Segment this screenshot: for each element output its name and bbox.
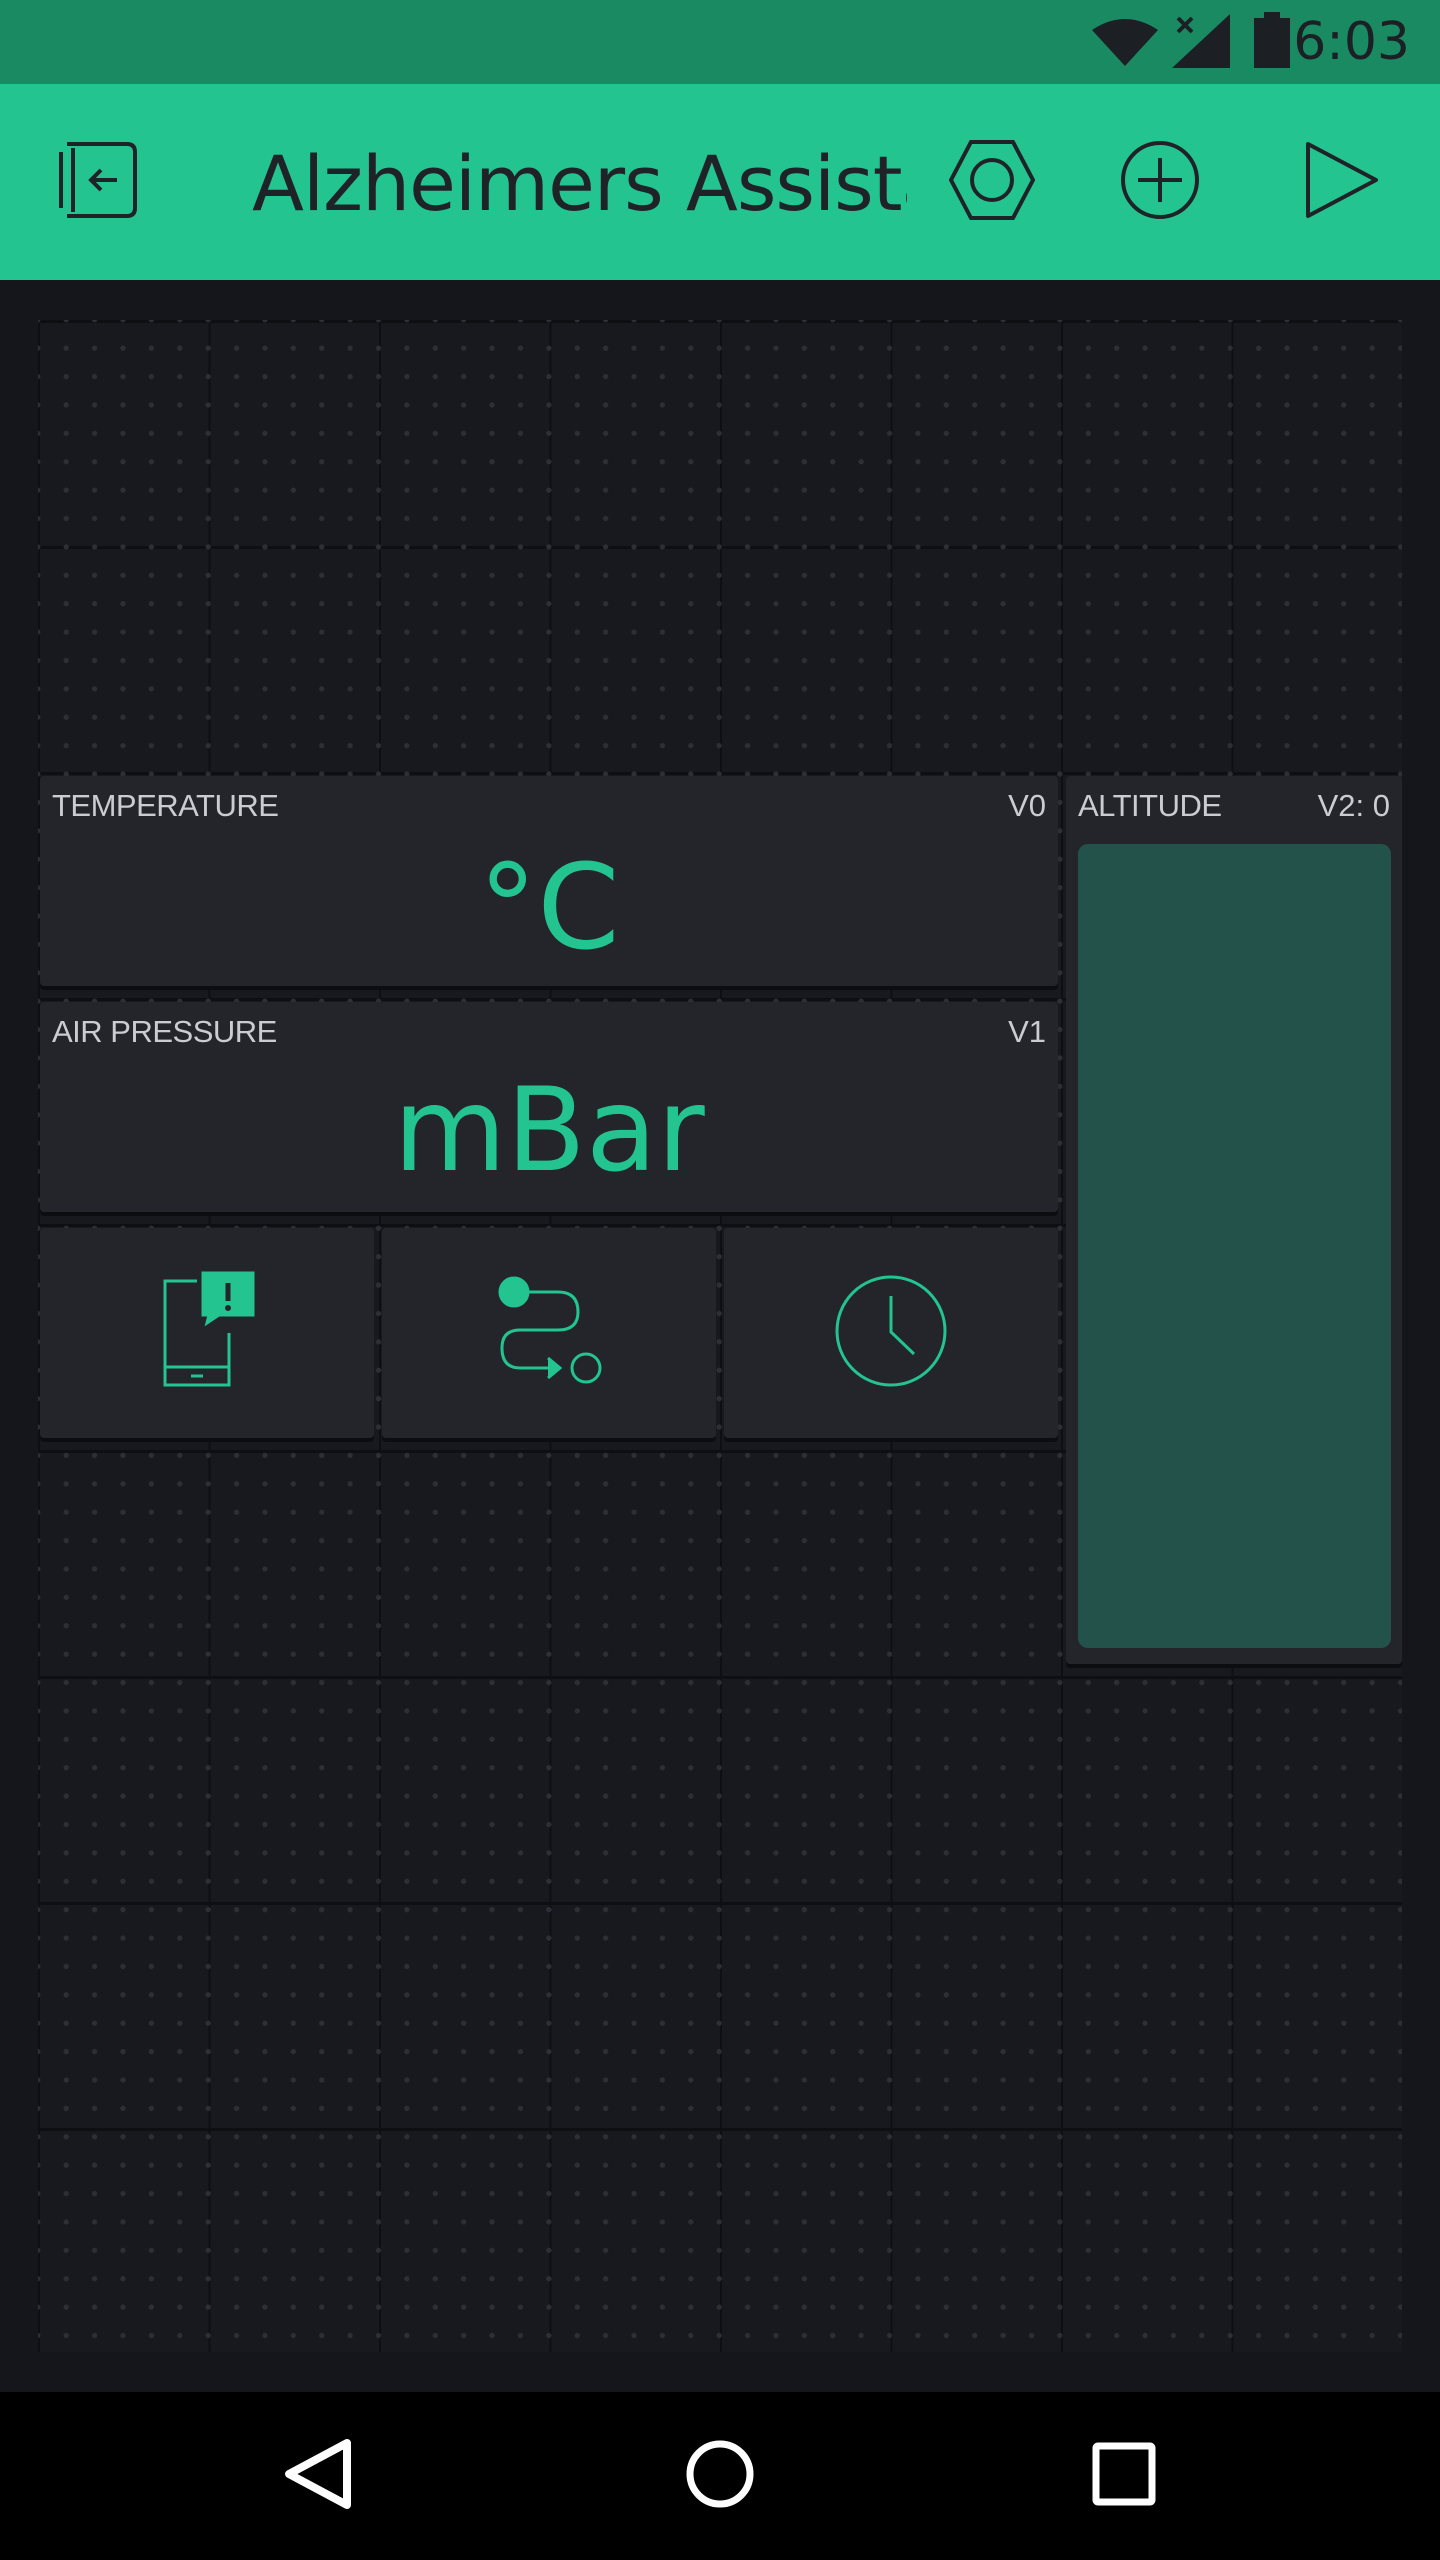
play-button[interactable] xyxy=(1292,132,1392,232)
notification-icon xyxy=(157,1271,257,1395)
timer-widget[interactable] xyxy=(724,1228,1058,1438)
temperature-pin: V0 xyxy=(1008,788,1046,823)
settings-button[interactable] xyxy=(942,132,1042,232)
air-pressure-label: AIR PRESSURE xyxy=(52,1014,277,1049)
status-bar: 6:03 xyxy=(0,0,1440,84)
play-icon xyxy=(1304,140,1380,224)
app-bar: Alzheimers Assistant xyxy=(0,84,1440,280)
exit-icon xyxy=(53,138,143,226)
battery-icon xyxy=(1254,12,1290,72)
add-icon xyxy=(1120,140,1200,224)
status-time: 6:03 xyxy=(1293,12,1410,72)
air-pressure-value: mBar xyxy=(393,1063,705,1198)
navigation-bar xyxy=(0,2392,1440,2560)
signal-icon xyxy=(1172,14,1230,72)
exit-button[interactable] xyxy=(48,132,148,232)
back-icon xyxy=(283,2437,353,2515)
recents-button[interactable] xyxy=(1074,2426,1174,2526)
eventor-widget[interactable] xyxy=(382,1228,716,1438)
home-icon xyxy=(685,2439,755,2513)
notification-widget[interactable] xyxy=(40,1228,374,1438)
altitude-widget[interactable]: ALTITUDE V2: 0 xyxy=(1066,776,1402,1664)
air-pressure-widget[interactable]: AIR PRESSURE V1 mBar xyxy=(40,1002,1058,1212)
app-title: Alzheimers Assistant xyxy=(252,139,907,228)
temperature-widget[interactable]: TEMPERATURE V0 °C xyxy=(40,776,1058,986)
altitude-label: ALTITUDE xyxy=(1078,788,1222,823)
eventor-icon xyxy=(494,1276,604,1390)
timer-icon xyxy=(834,1274,948,1392)
recents-icon xyxy=(1092,2442,1156,2510)
add-widget-button[interactable] xyxy=(1110,132,1210,232)
altitude-pin: V2: 0 xyxy=(1317,788,1390,823)
home-button[interactable] xyxy=(670,2426,770,2526)
back-button[interactable] xyxy=(268,2426,368,2526)
temperature-value: °C xyxy=(478,838,620,976)
altitude-level-bar[interactable] xyxy=(1078,844,1391,1648)
wifi-icon xyxy=(1092,18,1158,70)
settings-icon xyxy=(948,140,1036,224)
air-pressure-pin: V1 xyxy=(1008,1014,1046,1049)
temperature-label: TEMPERATURE xyxy=(52,788,279,823)
